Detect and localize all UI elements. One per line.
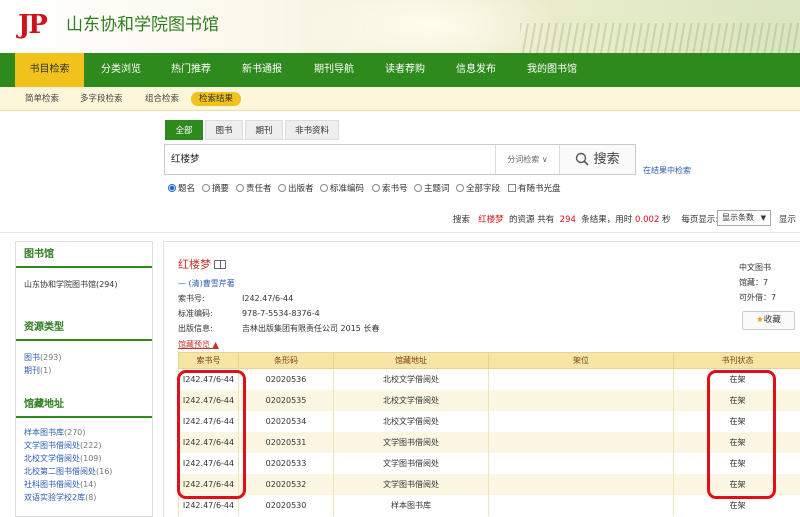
facet-item[interactable]: 期刊(1) bbox=[16, 364, 152, 377]
facet-resource-type: 资源类型 图书(293) 期刊(1) bbox=[16, 315, 152, 377]
nav-item-news[interactable]: 信息发布 bbox=[440, 53, 512, 87]
tab-books[interactable]: 图书 bbox=[205, 120, 243, 140]
col-barcode: 条形码 bbox=[238, 352, 334, 369]
nav-item-my-library[interactable]: 我的图书馆 bbox=[512, 53, 592, 87]
header-background-grass bbox=[520, 23, 800, 53]
radio-icon bbox=[278, 184, 286, 192]
caret-down-icon: ▼ bbox=[760, 214, 766, 222]
radio-icon bbox=[202, 184, 210, 192]
table-header-row: 索书号 条形码 馆藏地址 架位 书刊状态 bbox=[178, 352, 800, 369]
per-page-label: 每页显示: bbox=[681, 215, 719, 225]
search-button[interactable]: 搜索 bbox=[559, 145, 635, 174]
radio-icon bbox=[414, 184, 422, 192]
facet-item[interactable]: 样本图书库(270) bbox=[16, 426, 152, 439]
field-option-author[interactable]: 责任者 bbox=[236, 183, 272, 195]
search-box: 红楼梦 分词检索 ∨ 搜索 bbox=[164, 144, 636, 175]
highlight-call-number-column bbox=[177, 370, 246, 499]
result-publication: 出版信息: 吉林出版集团有限责任公司 2015 长春 bbox=[178, 324, 380, 333]
subnav-simple-search[interactable]: 简单检索 bbox=[25, 92, 59, 106]
summary-keyword: 红楼梦 bbox=[478, 215, 504, 225]
cd-only-checkbox[interactable]: 有随书光盘 bbox=[508, 183, 561, 195]
book-icon bbox=[214, 260, 226, 269]
radio-icon bbox=[236, 184, 244, 192]
chevron-down-icon: ∨ bbox=[541, 155, 548, 164]
subnav-combined-search[interactable]: 组合检索 bbox=[145, 92, 179, 106]
result-title-link[interactable]: 红楼梦 bbox=[178, 256, 226, 272]
tab-all[interactable]: 全部 bbox=[165, 120, 203, 140]
tab-non-book[interactable]: 非书资料 bbox=[285, 120, 339, 140]
search-in-results-link[interactable]: 在结果中检索 bbox=[643, 165, 691, 176]
facet-location-title: 馆藏地址 bbox=[16, 392, 152, 418]
result-panel: 红楼梦 — (清)曹雪芹著 索书号: I242.47/6-44 标准编码: 978-… bbox=[163, 241, 800, 517]
highlight-status-column bbox=[707, 370, 776, 499]
nav-item-category-browse[interactable]: 分类浏览 bbox=[86, 53, 156, 87]
field-option-title[interactable]: 题名 bbox=[168, 183, 195, 195]
radio-icon bbox=[320, 184, 328, 192]
nav-item-hot-recommend[interactable]: 热门推荐 bbox=[156, 53, 226, 87]
site-header: JP 山东协和学院图书馆 bbox=[0, 0, 800, 53]
facet-item[interactable]: 北校第二图书借阅处(16) bbox=[16, 465, 152, 478]
facet-item[interactable]: 文学图书借阅处(222) bbox=[16, 439, 152, 452]
library-logo[interactable]: JP bbox=[18, 10, 48, 40]
result-standard-code: 标准编码: 978-7-5534-8376-4 bbox=[178, 309, 320, 318]
result-type: 中文图书 bbox=[739, 263, 771, 272]
col-shelf: 架位 bbox=[488, 352, 674, 369]
facet-resource-type-title: 资源类型 bbox=[16, 315, 152, 341]
field-option-abstract[interactable]: 摘要 bbox=[202, 183, 229, 195]
nav-item-new-books[interactable]: 新书通报 bbox=[226, 53, 298, 87]
divider bbox=[0, 232, 800, 233]
field-option-publisher[interactable]: 出版者 bbox=[278, 183, 314, 195]
holdings-preview-toggle[interactable]: 馆藏预览 ▲ bbox=[178, 339, 219, 350]
nav-item-catalog-search[interactable]: 书目检索 bbox=[15, 53, 84, 87]
summary-count: 294 bbox=[559, 215, 576, 225]
star-icon: ★ bbox=[756, 315, 764, 325]
facet-library-title: 图书馆 bbox=[16, 242, 152, 268]
radio-icon bbox=[456, 184, 464, 192]
radio-icon bbox=[372, 184, 380, 192]
facet-item[interactable]: 北校文学借阅处(109) bbox=[16, 452, 152, 465]
main-nav: 书目检索 分类浏览 热门推荐 新书通报 期刊导航 读者荐购 信息发布 我的图书馆 bbox=[0, 53, 800, 87]
checkbox-icon bbox=[508, 184, 516, 192]
search-button-label: 搜索 bbox=[593, 152, 620, 167]
holdings-count: 馆藏：7 bbox=[739, 278, 769, 287]
col-location: 馆藏地址 bbox=[333, 352, 489, 369]
per-page-select[interactable]: 显示条数 ▼ bbox=[717, 210, 771, 226]
nav-item-reader-recommend[interactable]: 读者荐购 bbox=[370, 53, 440, 87]
facet-location: 馆藏地址 样本图书库(270) 文学图书借阅处(222) 北校文学借阅处(109… bbox=[16, 392, 152, 504]
available-count: 可外借：7 bbox=[739, 293, 777, 302]
summary-time: 0.002 bbox=[635, 215, 660, 225]
subnav-search-results[interactable]: 检索结果 bbox=[191, 92, 242, 106]
display-label-cut: 显示 bbox=[779, 215, 797, 225]
tab-journals[interactable]: 期刊 bbox=[245, 120, 283, 140]
field-option-subject[interactable]: 主题词 bbox=[414, 183, 450, 195]
facet-item[interactable]: 社科图书借阅处(14) bbox=[16, 478, 152, 491]
facet-library: 图书馆 山东协和学院图书馆(294) bbox=[16, 242, 152, 291]
col-status: 书刊状态 bbox=[673, 352, 800, 369]
collect-button[interactable]: ★收藏 bbox=[742, 311, 795, 330]
search-input[interactable]: 红楼梦 bbox=[171, 145, 200, 174]
nav-item-journal-nav[interactable]: 期刊导航 bbox=[298, 53, 370, 87]
radio-selected-icon bbox=[168, 184, 176, 192]
search-icon bbox=[576, 152, 589, 166]
facet-item[interactable]: 图书(293) bbox=[16, 351, 152, 364]
sub-nav: 简单检索 多字段检索 组合检索 检索结果 bbox=[0, 87, 800, 111]
result-author[interactable]: — (清)曹雪芹著 bbox=[178, 278, 235, 289]
result-summary: 搜索 红楼梦 的资源 共有 294 条结果，用时 0.002 秒 每页显示: bbox=[453, 215, 719, 225]
filter-sidebar: 图书馆 山东协和学院图书馆(294) 资源类型 图书(293) 期刊(1) 馆藏… bbox=[15, 241, 153, 517]
col-call-number: 索书号 bbox=[178, 352, 239, 369]
library-title: 山东协和学院图书馆 bbox=[66, 15, 219, 35]
subnav-multi-field-search[interactable]: 多字段检索 bbox=[80, 92, 123, 106]
facet-item[interactable]: 山东协和学院图书馆(294) bbox=[16, 278, 152, 291]
search-scope-value: 分词检索 bbox=[507, 155, 540, 164]
table-row: I242.47/6-44 02020530 样本图书库 在架 bbox=[178, 494, 800, 516]
field-option-standard-code[interactable]: 标准编码 bbox=[320, 183, 364, 195]
field-option-call-number[interactable]: 索书号 bbox=[372, 183, 408, 195]
search-scope-select[interactable]: 分词检索 ∨ bbox=[495, 145, 559, 174]
facet-item[interactable]: 双语实验学校2库(8) bbox=[16, 491, 152, 504]
field-option-all-fields[interactable]: 全部字段 bbox=[456, 183, 500, 195]
result-call-number: 索书号: I242.47/6-44 bbox=[178, 294, 294, 303]
